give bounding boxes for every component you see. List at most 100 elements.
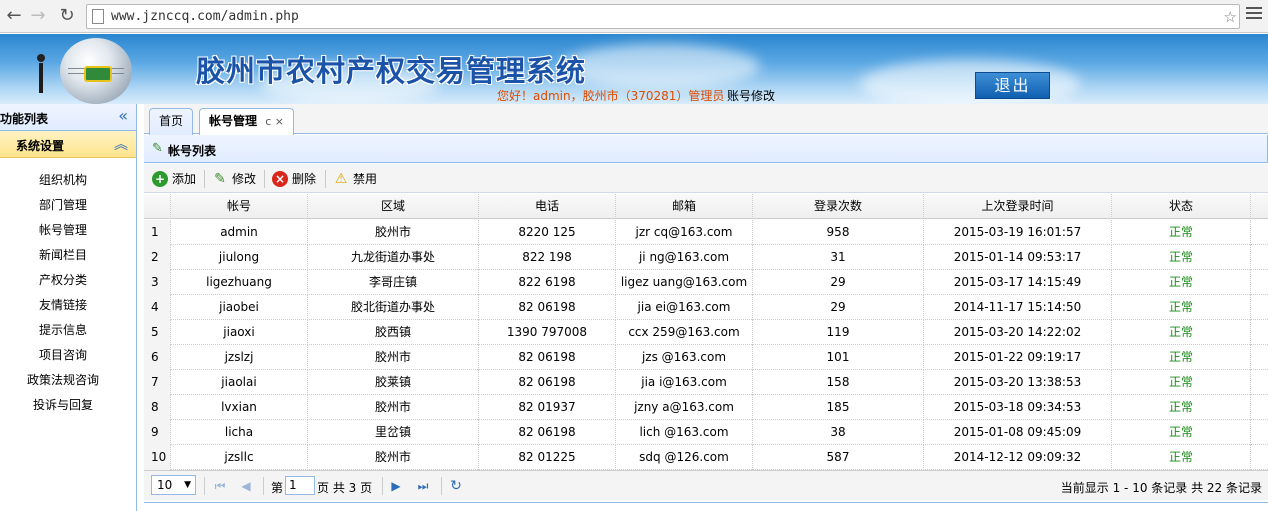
column-header[interactable]: 上次登录时间 [924, 194, 1112, 219]
cell-last-login: 2015-03-20 14:22:02 [924, 320, 1112, 345]
table-body: 1 admin 胶州市 8220 125 jzr cq@163.com 958 2015-0… [144, 220, 1268, 470]
forward-arrow-icon[interactable]: → [26, 4, 50, 28]
table-row[interactable]: 3 ligezhuang 李哥庄镇 822 6198 ligez uang@163.co… [144, 270, 1268, 295]
cell-login-count: 31 [753, 245, 924, 270]
warning-icon: ⚠ [334, 171, 348, 187]
column-header[interactable]: 帐号 [171, 194, 308, 219]
grid-toolbar: + 添加 ✎ 修改 × 删除 ⚠ 禁用 [144, 164, 1268, 193]
sidebar-item-news-columns[interactable]: 新闻栏目 [0, 243, 136, 268]
disable-button[interactable]: ⚠ 禁用 [333, 169, 377, 189]
sidebar-section-system-settings[interactable]: 系统设置 ︽ [0, 131, 136, 158]
logout-button[interactable]: 退出 [975, 72, 1050, 99]
cell-last-login: 2015-03-20 13:38:53 [924, 370, 1112, 395]
cell-login-count: 119 [753, 320, 924, 345]
tab-home[interactable]: 首页 [149, 108, 194, 135]
browser-menu-icon[interactable] [1246, 7, 1262, 23]
cell-login-count: 101 [753, 345, 924, 370]
page-size-select[interactable]: 10 ▼ [151, 475, 196, 495]
cell-login-count: 158 [753, 370, 924, 395]
cell-account: jzsllc [171, 445, 308, 470]
table-row[interactable]: 6 jzslzj 胶州市 82 06198 jzs @163.com 101 2015-01… [144, 345, 1268, 370]
panel-bottom-border [144, 502, 1268, 503]
toolbar-divider [325, 170, 326, 188]
cell-area: 里岔镇 [308, 420, 479, 445]
climbing-person-image [34, 54, 48, 102]
cell-status: 正常 [1112, 320, 1251, 345]
sidebar-item-org[interactable]: 组织机构 [0, 168, 136, 193]
cell-phone: 82 06198 [479, 295, 616, 320]
cell-status: 正常 [1112, 345, 1251, 370]
cell-phone: 1390 797008 [479, 320, 616, 345]
cell-phone: 822 6198 [479, 270, 616, 295]
page-icon [92, 9, 104, 24]
tab-label: 首页 [159, 114, 184, 128]
column-header[interactable]: 登录次数 [753, 194, 924, 219]
page-number-input[interactable]: 1 [285, 476, 315, 495]
table-row[interactable]: 1 admin 胶州市 8220 125 jzr cq@163.com 958 2015-0… [144, 220, 1268, 245]
add-button-label: 添加 [172, 172, 197, 186]
welcome-text: 您好！admin，胶州市（370281）管理员 [497, 89, 725, 103]
last-page-icon[interactable]: ⏭ [415, 477, 431, 495]
table-row[interactable]: 9 licha 里岔镇 82 06198 lich @163.com 38 2015-01-… [144, 420, 1268, 445]
cell-last-login: 2015-01-22 09:19:17 [924, 345, 1112, 370]
row-number: 5 [144, 320, 171, 345]
column-header[interactable]: 状态 [1112, 194, 1251, 219]
edit-button[interactable]: ✎ 修改 [212, 169, 256, 189]
sidebar-item-property-categories[interactable]: 产权分类 [0, 268, 136, 293]
delete-button[interactable]: × 删除 [272, 169, 316, 189]
tab-refresh-close-icon[interactable]: c × [265, 115, 284, 128]
edit-account-link[interactable]: 账号修改 [727, 87, 775, 104]
address-bar[interactable]: www.jznccq.com/admin.php ☆ [86, 4, 1240, 29]
system-title: 胶州市农村产权交易管理系统 [196, 54, 587, 88]
add-button[interactable]: + 添加 [152, 169, 196, 189]
cell-phone: 8220 125 [479, 220, 616, 245]
column-header[interactable]: 电话 [479, 194, 616, 219]
reload-icon[interactable]: ↻ [55, 4, 79, 28]
tab-account-management[interactable]: 帐号管理 c × [199, 108, 294, 135]
cell-phone: 82 01937 [479, 395, 616, 420]
cell-last-login: 2015-03-18 09:34:53 [924, 395, 1112, 420]
pager-divider [382, 477, 383, 495]
cell-account: jiaobei [171, 295, 308, 320]
disable-button-label: 禁用 [353, 172, 378, 186]
row-number: 1 [144, 220, 171, 245]
cell-last-login: 2015-03-19 16:01:57 [924, 220, 1112, 245]
sidebar-item-departments[interactable]: 部门管理 [0, 193, 136, 218]
panel-title: 帐号列表 [168, 144, 217, 158]
cell-last-login: 2014-12-12 09:09:32 [924, 445, 1112, 470]
sidebar-item-project-consult[interactable]: 项目咨询 [0, 343, 136, 368]
next-page-icon[interactable]: ▶ [388, 477, 404, 495]
sidebar-item-tips[interactable]: 提示信息 [0, 318, 136, 343]
refresh-icon[interactable]: ↻ [448, 477, 464, 495]
cell-login-count: 29 [753, 270, 924, 295]
table-row[interactable]: 10 jzsllc 胶州市 82 01225 sdq @126.com 587 2014-1… [144, 445, 1268, 470]
bookmark-star-icon[interactable]: ☆ [1224, 8, 1237, 26]
prev-page-icon[interactable]: ◀ [238, 477, 254, 495]
cell-email: ji ng@163.com [616, 245, 753, 270]
table-row[interactable]: 7 jiaolai 胶莱镇 82 06198 jia i@163.com 158 2015-… [144, 370, 1268, 395]
column-header[interactable]: 区域 [308, 194, 479, 219]
tab-bar: 首页 帐号管理 c × [144, 104, 1268, 135]
sidebar-item-links[interactable]: 友情链接 [0, 293, 136, 318]
collapse-left-icon[interactable]: « [118, 106, 128, 125]
site-header: 胶州市农村产权交易管理系统 您好！admin，胶州市（370281）管理员 账号… [0, 34, 1268, 104]
pagination-bar: 10 ▼ ⏮ ◀ 第 1 页 共 3 页 ▶ ⏭ ↻ 当前显示 1 - 10 条… [144, 470, 1268, 500]
table-row[interactable]: 5 jiaoxi 胶西镇 1390 797008 ccx 259@163.com 119 2… [144, 320, 1268, 345]
cell-email: jia ei@163.com [616, 295, 753, 320]
table-row[interactable]: 2 jiulong 九龙街道办事处 822 198 ji ng@163.com 31 201… [144, 245, 1268, 270]
cell-phone: 82 01225 [479, 445, 616, 470]
table-row[interactable]: 4 jiaobei 胶北街道办事处 82 06198 jia ei@163.com 29 2… [144, 295, 1268, 320]
table-row[interactable]: 8 lvxian 胶州市 82 01937 jzny a@163.com 185 2015-… [144, 395, 1268, 420]
column-header[interactable]: 邮箱 [616, 194, 753, 219]
first-page-icon[interactable]: ⏮ [212, 477, 228, 495]
cell-last-login: 2014-11-17 15:14:50 [924, 295, 1112, 320]
cell-email: sdq @126.com [616, 445, 753, 470]
sidebar-item-accounts[interactable]: 帐号管理 [0, 218, 136, 243]
sidebar-header: 功能列表 « [0, 104, 136, 131]
back-arrow-icon[interactable]: ← [2, 4, 26, 28]
cell-area: 胶北街道办事处 [308, 295, 479, 320]
pager-divider [204, 477, 205, 495]
sidebar-item-policy-consult[interactable]: 政策法规咨询 [0, 368, 136, 393]
collapse-up-icon[interactable]: ︽ [114, 134, 128, 154]
sidebar-item-complaints[interactable]: 投诉与回复 [0, 393, 136, 418]
